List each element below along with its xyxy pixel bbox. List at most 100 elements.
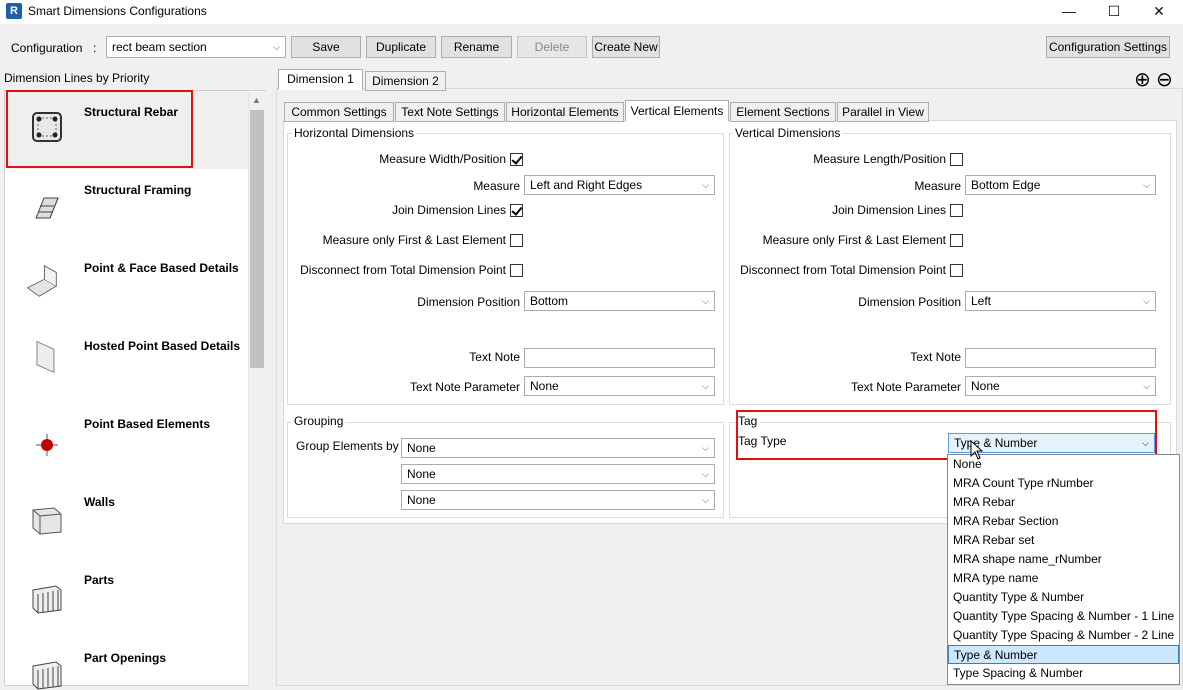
configuration-label: Configuration xyxy=(11,41,83,55)
chevron-down-icon: ⌵ xyxy=(1143,381,1150,391)
tab-element-sections[interactable]: Element Sections xyxy=(730,102,836,122)
dropdown-option[interactable]: MRA Rebar xyxy=(948,493,1179,512)
measure-label: Measure xyxy=(914,179,961,193)
dimension-position-label: Dimension Position xyxy=(417,295,520,309)
first-last-label: Measure only First & Last Element xyxy=(322,233,506,247)
tab-text-note-settings[interactable]: Text Note Settings xyxy=(395,102,505,122)
disconnect-checkbox[interactable] xyxy=(950,264,963,277)
configuration-settings-button[interactable]: Configuration Settings xyxy=(1046,36,1170,58)
select-value: Bottom xyxy=(530,294,569,308)
dropdown-option[interactable]: Type Spacing & Number xyxy=(948,664,1179,683)
tab-vertical-elements[interactable]: Vertical Elements xyxy=(625,100,729,122)
first-last-checkbox[interactable] xyxy=(950,234,963,247)
first-last-checkbox[interactable] xyxy=(510,234,523,247)
chevron-down-icon: ⌵ xyxy=(702,180,709,190)
chevron-down-icon: ⌵ xyxy=(702,495,709,505)
beam-icon xyxy=(35,197,59,219)
parts-icon xyxy=(32,661,62,690)
vertical-text-note-input[interactable] xyxy=(965,348,1156,368)
remove-dimension-icon[interactable]: ⊖ xyxy=(1156,69,1173,91)
join-dimension-checkbox[interactable] xyxy=(510,204,523,217)
revit-app-icon: R xyxy=(6,3,22,19)
dropdown-option[interactable]: Quantity Type Spacing & Number - 1 Line xyxy=(948,607,1179,626)
tab-common-settings[interactable]: Common Settings xyxy=(284,102,394,122)
vertical-dimensions-title: Vertical Dimensions xyxy=(733,126,843,140)
tab-dimension-2[interactable]: Dimension 2 xyxy=(365,71,446,91)
group-by-select-1[interactable]: None ⌵ xyxy=(401,438,715,458)
face-detail-icon xyxy=(26,264,58,297)
scrollbar-thumb[interactable] xyxy=(250,110,264,368)
select-value: None xyxy=(407,441,436,455)
panel-icon xyxy=(36,340,55,374)
maximize-icon[interactable]: ☐ xyxy=(1092,0,1136,24)
dropdown-option[interactable]: Type & Number xyxy=(948,645,1179,664)
chevron-down-icon: ⌵ xyxy=(702,296,709,306)
vertical-measure-select[interactable]: Bottom Edge ⌵ xyxy=(965,175,1156,195)
chevron-down-icon: ⌵ xyxy=(702,381,709,391)
measure-length-checkbox[interactable] xyxy=(950,153,963,166)
vertical-text-param-select[interactable]: None ⌵ xyxy=(965,376,1156,396)
text-note-label: Text Note xyxy=(910,350,961,364)
tag-type-dropdown-list[interactable]: None MRA Count Type rNumber MRA Rebar MRA R… xyxy=(947,454,1180,685)
dimension-position-label: Dimension Position xyxy=(858,295,961,309)
list-item-label: Point Based Elements xyxy=(84,417,211,431)
measure-width-checkbox[interactable] xyxy=(510,153,523,166)
configuration-separator: : xyxy=(93,41,97,55)
dropdown-option[interactable]: MRA shape name_rNumber xyxy=(948,550,1179,569)
select-value: Left xyxy=(971,294,992,308)
horizontal-text-param-select[interactable]: None ⌵ xyxy=(524,376,715,396)
delete-button[interactable]: Delete xyxy=(517,36,587,58)
chevron-down-icon: ⌵ xyxy=(1143,180,1150,190)
dropdown-option[interactable]: MRA Count Type rNumber xyxy=(948,474,1179,493)
tab-dimension-1[interactable]: Dimension 1 xyxy=(278,69,363,90)
select-value: Bottom Edge xyxy=(971,178,1041,192)
dropdown-option[interactable]: MRA Rebar Section xyxy=(948,512,1179,531)
dropdown-option[interactable]: Quantity Type Spacing & Number - 2 Line xyxy=(948,626,1179,645)
list-item-label: Point & Face Based Details xyxy=(84,261,239,275)
minimize-icon[interactable]: — xyxy=(1047,0,1091,24)
tab-parallel-in-view[interactable]: Parallel in View xyxy=(837,102,929,122)
dropdown-option[interactable]: MRA Rebar set xyxy=(948,531,1179,550)
text-note-parameter-label: Text Note Parameter xyxy=(409,380,520,394)
duplicate-button[interactable]: Duplicate xyxy=(366,36,436,58)
disconnect-checkbox[interactable] xyxy=(510,264,523,277)
dropdown-option[interactable]: MRA type name xyxy=(948,569,1179,588)
list-item-label: Parts xyxy=(84,573,115,587)
horizontal-position-select[interactable]: Bottom ⌵ xyxy=(524,291,715,311)
select-value: None xyxy=(407,493,436,507)
join-dimension-label: Join Dimension Lines xyxy=(391,203,506,217)
list-item-label: Hosted Point Based Details xyxy=(84,339,241,353)
configuration-select[interactable]: rect beam section ⌵ xyxy=(106,36,286,58)
create-new-button[interactable]: Create New xyxy=(592,36,660,58)
group-elements-label: Group Elements by xyxy=(296,439,399,453)
measure-length-label: Measure Length/Position xyxy=(813,152,946,166)
chevron-down-icon: ⌵ xyxy=(1143,296,1150,306)
scroll-up-icon[interactable]: ▲ xyxy=(252,95,261,105)
join-dimension-checkbox[interactable] xyxy=(950,204,963,217)
configuration-value: rect beam section xyxy=(112,40,207,54)
first-last-label: Measure only First & Last Element xyxy=(762,233,946,247)
join-dimension-label: Join Dimension Lines xyxy=(831,203,946,217)
vertical-position-select[interactable]: Left ⌵ xyxy=(965,291,1156,311)
text-note-parameter-label: Text Note Parameter xyxy=(850,380,961,394)
select-value: None xyxy=(407,467,436,481)
horizontal-measure-select[interactable]: Left and Right Edges ⌵ xyxy=(524,175,715,195)
group-by-select-2[interactable]: None ⌵ xyxy=(401,464,715,484)
add-dimension-icon[interactable]: ⊕ xyxy=(1134,69,1151,91)
rename-button[interactable]: Rename xyxy=(441,36,512,58)
tab-horizontal-elements[interactable]: Horizontal Elements xyxy=(506,102,624,122)
select-value: None xyxy=(971,379,1000,393)
dropdown-option[interactable]: Quantity Type & Number xyxy=(948,588,1179,607)
list-item-label: Structural Framing xyxy=(84,183,192,197)
disconnect-label: Disconnect from Total Dimension Point xyxy=(300,263,506,277)
save-button[interactable]: Save xyxy=(291,36,361,58)
close-icon[interactable]: ✕ xyxy=(1137,0,1181,24)
measure-label: Measure xyxy=(473,179,520,193)
select-value: Left and Right Edges xyxy=(530,178,643,192)
horizontal-text-note-input[interactable] xyxy=(524,348,715,368)
chevron-down-icon: ⌵ xyxy=(273,42,280,52)
group-by-select-3[interactable]: None ⌵ xyxy=(401,490,715,510)
parts-icon xyxy=(32,585,62,614)
measure-width-label: Measure Width/Position xyxy=(379,152,506,166)
list-item-label: Walls xyxy=(84,495,115,509)
